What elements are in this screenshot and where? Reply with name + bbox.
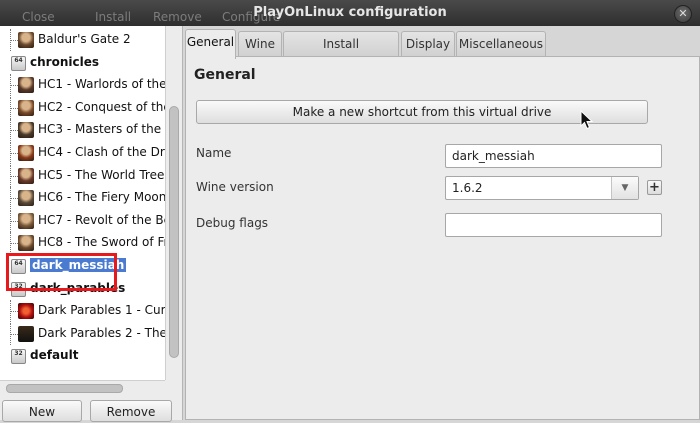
hc6-icon bbox=[18, 190, 34, 207]
baldurs-gate-icon bbox=[18, 32, 34, 48]
tree-guide-line bbox=[10, 153, 18, 154]
name-label: Name bbox=[196, 146, 232, 160]
hc7-icon bbox=[18, 212, 34, 229]
section-heading: General bbox=[194, 67, 256, 83]
tree-guide-line bbox=[10, 175, 18, 177]
hc4-icon bbox=[18, 145, 34, 161]
hc3-icon bbox=[18, 122, 34, 139]
chevron-down-icon[interactable]: ▼ bbox=[611, 177, 638, 199]
prefix-arch-badge-icon: 64 bbox=[11, 55, 26, 71]
tree-game-row[interactable]: Dark Parables 1 - Curs bbox=[0, 300, 165, 323]
tab-miscellaneous[interactable]: Miscellaneous bbox=[456, 31, 546, 57]
hc2-icon bbox=[18, 99, 34, 116]
hc8-icon bbox=[18, 235, 34, 252]
tree-guide-line bbox=[10, 107, 18, 109]
wine-version-select[interactable]: 1.6.2 ▼ bbox=[445, 176, 639, 200]
tree-guide-line bbox=[10, 40, 18, 41]
tree-guide-line bbox=[10, 130, 18, 132]
tree-item-label: HC6 - The Fiery Moon bbox=[38, 190, 165, 205]
dark-parables-1-icon bbox=[18, 303, 34, 320]
debug-flags-label: Debug flags bbox=[196, 216, 269, 230]
config-pane: General Wine Install components Display … bbox=[183, 26, 700, 420]
tree-vertical-scroll-thumb[interactable] bbox=[169, 106, 179, 358]
tree-game-row[interactable]: HC6 - The Fiery Moon bbox=[0, 187, 165, 210]
tree-item-label: HC5 - The World Tree bbox=[38, 167, 165, 182]
tree-category-row[interactable]: 64 chronicles bbox=[0, 52, 165, 74]
close-window-button[interactable]: ✕ bbox=[674, 5, 692, 23]
prefix-arch-badge-icon: 32 bbox=[11, 349, 26, 365]
new-prefix-button[interactable]: New bbox=[2, 400, 82, 422]
tree-item-label: HC3 - Masters of the E bbox=[38, 122, 165, 137]
tree-game-row[interactable]: HC7 - Revolt of the Be bbox=[0, 209, 165, 232]
tab-bar: General Wine Install components Display … bbox=[183, 28, 700, 76]
window-title: PlayOnLinux configuration bbox=[253, 5, 447, 20]
prefix-sidebar: Baldur's Gate 2 64 chronicles HC1 - Warlord… bbox=[0, 26, 183, 422]
tree-game-row[interactable]: HC8 - The Sword of Fr bbox=[0, 232, 165, 255]
tree-guide-line bbox=[10, 333, 18, 335]
tree-horizontal-scroll-thumb[interactable] bbox=[6, 384, 123, 393]
tree-game-row[interactable]: HC2 - Conquest of the bbox=[0, 96, 165, 119]
tab-install-components[interactable]: Install components bbox=[283, 31, 399, 76]
tree-guide-line bbox=[10, 198, 18, 200]
tree-item-label: HC2 - Conquest of the bbox=[38, 99, 165, 114]
dark-parables-2-icon bbox=[18, 325, 34, 342]
remove-prefix-button[interactable]: Remove bbox=[90, 400, 172, 422]
tree-guide-line bbox=[10, 311, 18, 313]
tree-guide-line bbox=[10, 243, 18, 245]
tree-guide-line bbox=[10, 85, 18, 87]
tree-game-row[interactable]: HC4 - Clash of the Dra bbox=[0, 142, 165, 164]
tree-game-row[interactable]: HC3 - Masters of the E bbox=[0, 119, 165, 142]
tree-item-label: HC1 - Warlords of the bbox=[38, 77, 165, 92]
highlight-annotation-box bbox=[6, 253, 117, 291]
tree-item-label: HC8 - The Sword of Fr bbox=[38, 235, 165, 250]
name-field[interactable]: dark_messiah bbox=[445, 144, 662, 168]
tree-game-row[interactable]: HC5 - The World Tree bbox=[0, 164, 165, 187]
mouse-pointer-icon bbox=[580, 110, 594, 130]
tree-item-label: HC7 - Revolt of the Be bbox=[38, 212, 165, 227]
tree-item-label: chronicles bbox=[30, 54, 99, 69]
debug-flags-field[interactable] bbox=[445, 213, 662, 237]
tree-category-row[interactable]: 32 default bbox=[0, 345, 165, 367]
prefix-tree[interactable]: Baldur's Gate 2 64 chronicles HC1 - Warlord… bbox=[0, 26, 166, 380]
tree-guide-line bbox=[10, 220, 18, 222]
tree-item-label: Dark Parables 2 - The I bbox=[38, 325, 165, 340]
hc5-icon bbox=[18, 167, 34, 184]
tree-game-row[interactable]: Dark Parables 2 - The I bbox=[0, 322, 165, 345]
tree-item-label: default bbox=[30, 348, 79, 363]
tab-wine[interactable]: Wine bbox=[238, 31, 282, 57]
tree-item-label: Dark Parables 1 - Curs bbox=[38, 303, 165, 318]
wine-version-label: Wine version bbox=[196, 180, 274, 194]
add-wine-version-button[interactable]: + bbox=[647, 180, 662, 195]
tab-general[interactable]: General bbox=[185, 29, 236, 59]
tree-item-label: HC4 - Clash of the Dra bbox=[38, 145, 165, 159]
tree-item-label: Baldur's Gate 2 bbox=[38, 32, 131, 46]
tree-horizontal-scrollbar[interactable] bbox=[0, 380, 165, 395]
tree-game-row[interactable]: Baldur's Gate 2 bbox=[0, 29, 165, 51]
tree-game-row[interactable]: HC1 - Warlords of the bbox=[0, 74, 165, 97]
window-titlebar: Close Install Remove Configure PlayOnLin… bbox=[0, 0, 700, 26]
tab-display[interactable]: Display bbox=[401, 31, 455, 57]
hc1-icon bbox=[18, 77, 34, 94]
wine-version-value: 1.6.2 bbox=[452, 181, 483, 195]
tree-vertical-scrollbar[interactable] bbox=[166, 26, 181, 380]
